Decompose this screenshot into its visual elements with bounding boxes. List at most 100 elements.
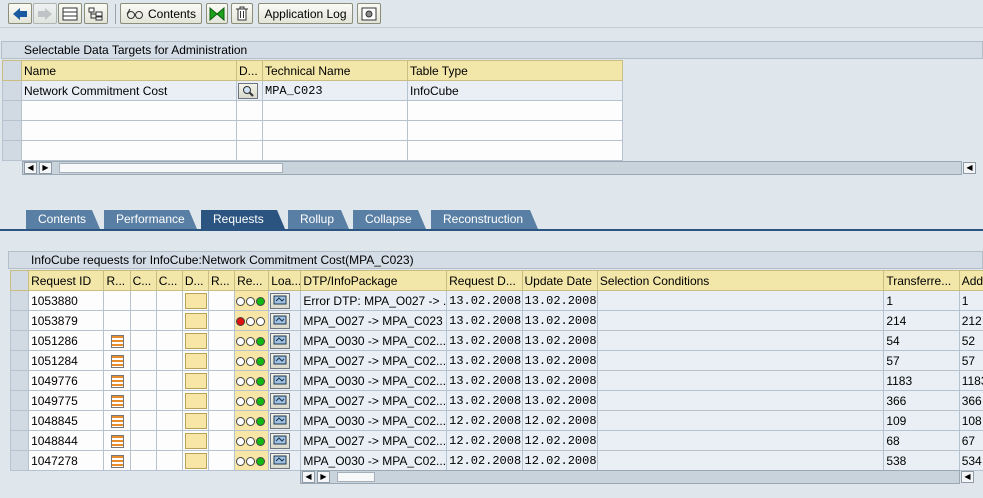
document-icon[interactable] (110, 434, 124, 448)
row-selector[interactable] (9, 290, 30, 311)
dtp-infopackage-cell[interactable]: MPA_O027 -> MPA_C023 (300, 310, 448, 331)
requests-hscrollbar[interactable]: ◀ ▶ (300, 470, 960, 484)
scroll-left-button[interactable]: ◀ (963, 162, 976, 174)
column-header-r2[interactable]: R... (207, 270, 236, 291)
data-targets-hscrollbar[interactable]: ◀ ▶ (22, 161, 962, 175)
row-selector[interactable] (9, 450, 30, 471)
column-header-update-date[interactable]: Update Date (521, 270, 598, 291)
request-status-cell[interactable] (234, 310, 270, 331)
dtp-infopackage-cell[interactable]: MPA_O030 -> MPA_C02... (300, 410, 448, 431)
document-icon[interactable] (110, 374, 124, 388)
tab-requests[interactable]: Requests (201, 210, 285, 229)
request-status-cell[interactable] (234, 450, 270, 471)
document-icon[interactable] (110, 454, 124, 468)
document-icon[interactable] (110, 354, 124, 368)
delete-button[interactable] (231, 3, 253, 24)
status-field[interactable] (184, 372, 207, 389)
scroll-left-button[interactable]: ◀ (302, 471, 315, 483)
monitor-button[interactable] (270, 372, 291, 389)
row-selector[interactable] (9, 350, 30, 371)
select-all-cell[interactable] (9, 270, 30, 291)
status-field[interactable] (184, 312, 207, 329)
dtp-infopackage-cell[interactable]: MPA_O030 -> MPA_C02... (300, 330, 448, 351)
request-status-cell[interactable] (234, 350, 270, 371)
scroll-right-button[interactable]: ▶ (39, 162, 52, 174)
monitor-button[interactable] (270, 452, 291, 469)
document-icon[interactable] (110, 394, 124, 408)
column-header-dtp-infopackage[interactable]: DTP/InfoPackage (300, 270, 448, 291)
scroll-thumb[interactable] (59, 163, 283, 173)
status-field[interactable] (184, 292, 207, 309)
row-selector[interactable] (2, 80, 22, 101)
dtp-infopackage-cell[interactable]: MPA_O027 -> MPA_C02... (300, 350, 448, 371)
column-header-added[interactable]: Adde (958, 270, 983, 291)
monitor-button[interactable] (270, 352, 291, 369)
row-selector[interactable] (9, 330, 30, 351)
list-view-button[interactable] (58, 3, 82, 24)
monitor-button[interactable] (270, 312, 291, 329)
column-header-request-date[interactable]: Request D... (446, 270, 523, 291)
forward-button[interactable] (33, 3, 57, 24)
column-header-request-id[interactable]: Request ID (28, 270, 105, 291)
monitor-button[interactable] (270, 392, 291, 409)
request-status-cell[interactable] (234, 330, 270, 351)
column-header-technical-name[interactable]: Technical Name (262, 60, 408, 81)
column-header-table-type[interactable]: Table Type (407, 60, 623, 81)
request-status-cell[interactable] (234, 410, 270, 431)
scroll-thumb[interactable] (337, 472, 375, 482)
tab-collapse[interactable]: Collapse (353, 210, 426, 229)
column-header-d[interactable]: D... (181, 270, 209, 291)
column-header-request-status[interactable]: Re... (234, 270, 270, 291)
execute-button[interactable] (206, 3, 228, 24)
status-field[interactable] (184, 412, 207, 429)
status-field[interactable] (184, 392, 207, 409)
dtp-infopackage-cell[interactable]: MPA_O030 -> MPA_C02... (300, 450, 448, 471)
scroll-left-button[interactable]: ◀ (24, 162, 37, 174)
status-field[interactable] (184, 352, 207, 369)
column-header-r[interactable]: R... (103, 270, 131, 291)
document-icon[interactable] (110, 334, 124, 348)
contents-button[interactable]: Contents (120, 3, 202, 24)
column-header-load[interactable]: Loa... (268, 270, 302, 291)
settings-button[interactable] (357, 3, 381, 24)
column-header-selection-conditions[interactable]: Selection Conditions (596, 270, 885, 291)
monitor-button[interactable] (270, 412, 291, 429)
row-selector[interactable] (9, 370, 30, 391)
dtp-infopackage-cell[interactable]: MPA_O030 -> MPA_C02... (300, 370, 448, 391)
request-status-cell[interactable] (234, 290, 270, 311)
request-status-cell[interactable] (234, 390, 270, 411)
back-button[interactable] (8, 3, 32, 24)
tab-performance[interactable]: Performance (104, 210, 197, 229)
column-header-transferred[interactable]: Transferre... (883, 270, 960, 291)
monitor-button[interactable] (270, 332, 291, 349)
select-all-cell[interactable] (2, 60, 22, 81)
monitor-button[interactable] (270, 432, 291, 449)
status-field[interactable] (184, 452, 207, 469)
dtp-infopackage-cell[interactable]: Error DTP: MPA_O027 -> ... (300, 290, 448, 311)
row-selector[interactable] (2, 100, 22, 121)
document-icon[interactable] (110, 414, 124, 428)
request-status-cell[interactable] (234, 430, 270, 451)
column-header-c1[interactable]: C... (129, 270, 157, 291)
dtp-infopackage-cell[interactable]: MPA_O027 -> MPA_C02... (300, 430, 448, 451)
application-log-button[interactable]: Application Log (258, 3, 353, 24)
row-selector[interactable] (9, 430, 30, 451)
tab-rollup[interactable]: Rollup (288, 210, 349, 229)
column-header-c2[interactable]: C... (155, 270, 183, 291)
row-selector[interactable] (9, 390, 30, 411)
dtp-infopackage-cell[interactable]: MPA_O027 -> MPA_C02... (300, 390, 448, 411)
row-selector[interactable] (9, 410, 30, 431)
request-status-cell[interactable] (234, 370, 270, 391)
row-selector[interactable] (9, 310, 30, 331)
monitor-button[interactable] (270, 292, 291, 309)
status-field[interactable] (184, 332, 207, 349)
tab-reconstruction[interactable]: Reconstruction (431, 210, 538, 229)
row-selector[interactable] (2, 120, 22, 141)
column-header-name[interactable]: Name (21, 60, 237, 81)
tab-contents[interactable]: Contents (26, 210, 100, 229)
scroll-right-button[interactable]: ▶ (317, 471, 330, 483)
hierarchy-button[interactable] (84, 3, 108, 24)
row-selector[interactable] (2, 140, 22, 161)
scroll-left-button[interactable]: ◀ (961, 471, 974, 483)
column-header-d[interactable]: D... (236, 60, 263, 81)
